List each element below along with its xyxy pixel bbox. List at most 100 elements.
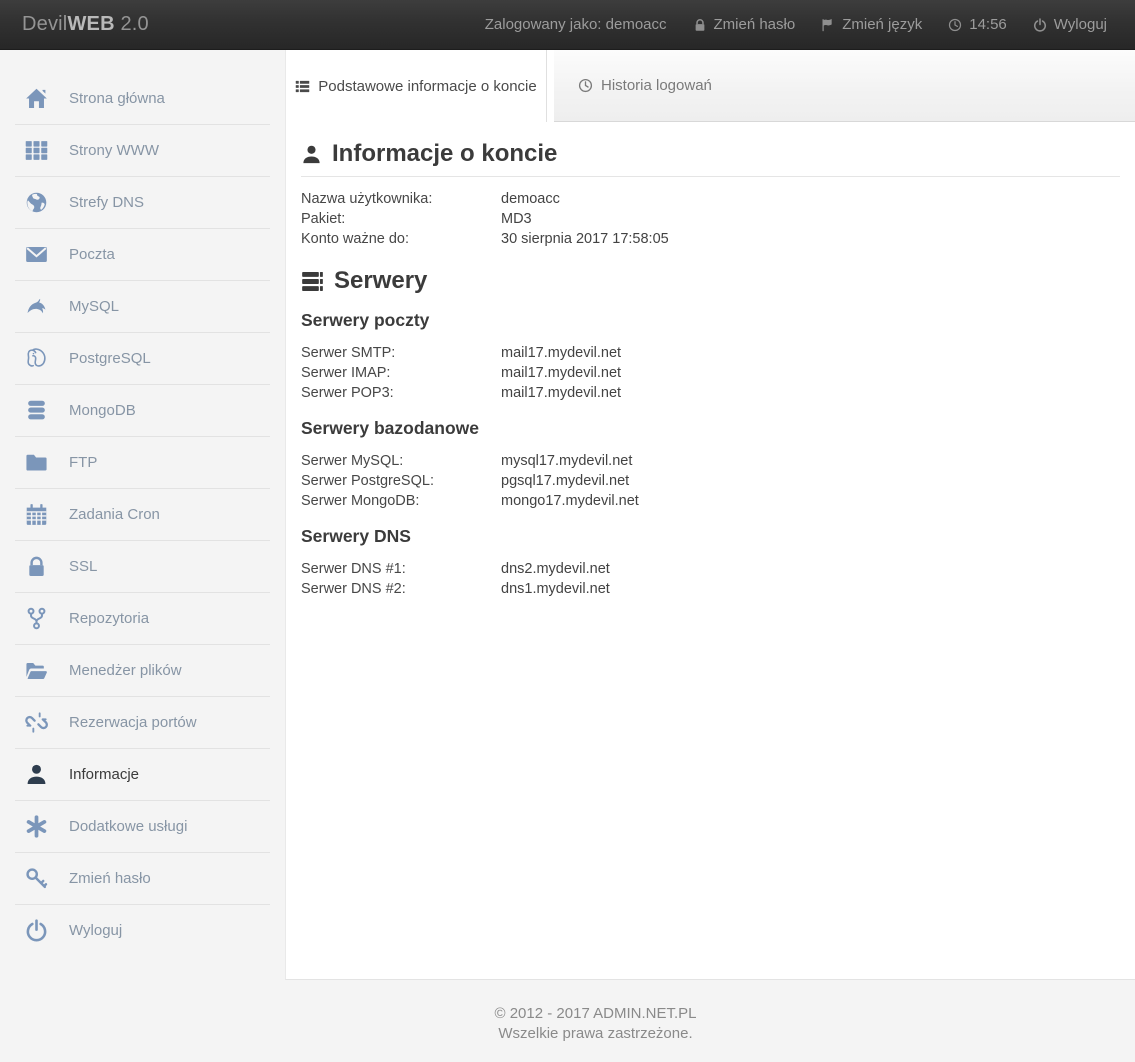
main-panel: Podstawowe informacje o koncieHistoria l…	[285, 50, 1135, 980]
server-group-title: Serwery bazodanowe	[301, 418, 1120, 439]
sidebar-item-postgresql[interactable]: PostgreSQL	[15, 332, 270, 384]
info-label: Pakiet:	[301, 209, 501, 229]
info-value: mail17.mydevil.net	[501, 385, 621, 401]
tab-historia-logowan[interactable]: Historia logowań	[554, 50, 736, 121]
topbar: DevilWEB 2.0 Zalogowany jako: demoacc Zm…	[0, 0, 1135, 50]
account-section-title: Informacje o koncie	[301, 140, 1120, 177]
sidebar: Strona główna Strony WWWStrefy DNS Poczta M…	[0, 50, 285, 956]
sidebar-item-label: Poczta	[69, 246, 115, 263]
time-value: 14:56	[969, 16, 1007, 33]
sidebar-item-label: FTP	[69, 454, 97, 471]
app-logo: DevilWEB 2.0	[0, 13, 149, 36]
footer-copyright: © 2012 - 2017 ADMIN.NET.PL	[56, 1004, 1135, 1024]
server-groups: Serwery poczty Serwer SMTP:mail17.mydevil…	[301, 310, 1120, 599]
sidebar-item-ssl[interactable]: SSL	[15, 540, 270, 592]
code-fork-icon	[25, 607, 48, 630]
footer: © 2012 - 2017 ADMIN.NET.PL Wszelkie praw…	[0, 980, 1135, 1044]
server-group-title: Serwery poczty	[301, 310, 1120, 331]
servers-section-title: Serwery	[301, 267, 1120, 295]
sidebar-item-label: Menedżer plików	[69, 662, 182, 679]
calendar-icon	[25, 503, 48, 526]
info-label: Serwer PostgreSQL:	[301, 471, 501, 491]
logged-in-as: Zalogowany jako: demoacc	[485, 16, 667, 33]
server-group-title: Serwery DNS	[301, 526, 1120, 547]
sidebar-item-label: PostgreSQL	[69, 350, 151, 367]
info-label: Konto ważne do:	[301, 229, 501, 249]
info-row: Nazwa użytkownika:demoacc	[301, 189, 1120, 209]
key-icon	[25, 867, 48, 890]
clock-display: 14:56	[948, 16, 1007, 33]
tab-podstawowe-informacje[interactable]: Podstawowe informacje o koncie	[286, 50, 547, 122]
sidebar-item-zadania-cron[interactable]: Zadania Cron	[15, 488, 270, 540]
change-language-button[interactable]: Zmień język	[821, 16, 922, 33]
sidebar-item-label: SSL	[69, 558, 97, 575]
sidebar-item-label: Zadania Cron	[69, 506, 160, 523]
info-row: Serwer POP3:mail17.mydevil.net	[301, 383, 1120, 403]
logo-prefix: Devil	[22, 13, 67, 35]
info-row: Serwer DNS #2:dns1.mydevil.net	[301, 579, 1120, 599]
info-value: MD3	[501, 211, 532, 227]
sidebar-item-strefy-dns[interactable]: Strefy DNS	[15, 176, 270, 228]
folder-icon	[25, 451, 48, 474]
info-label: Nazwa użytkownika:	[301, 189, 501, 209]
info-value: pgsql17.mydevil.net	[501, 473, 629, 489]
globe-icon	[25, 191, 48, 214]
sidebar-item-label: Rezerwacja portów	[69, 714, 197, 731]
sidebar-item-mongodb[interactable]: MongoDB	[15, 384, 270, 436]
info-row: Serwer MongoDB:mongo17.mydevil.net	[301, 491, 1120, 511]
sidebar-item-poczta[interactable]: Poczta	[15, 228, 270, 280]
user-icon	[25, 763, 48, 786]
tab-spacer	[547, 50, 554, 122]
clock-icon	[948, 18, 962, 32]
logo-bold: WEB	[67, 13, 114, 35]
info-label: Serwer MongoDB:	[301, 491, 501, 511]
mysql-icon	[25, 295, 48, 318]
change-password-button[interactable]: Zmień hasło	[693, 16, 796, 33]
logo-suffix: 2.0	[115, 13, 149, 35]
info-row: Serwer SMTP:mail17.mydevil.net	[301, 343, 1120, 363]
sidebar-item-repozytoria[interactable]: Repozytoria	[15, 592, 270, 644]
sidebar-item-label: Wyloguj	[69, 922, 122, 939]
server-group-rows: Serwer SMTP:mail17.mydevil.netSerwer IMA…	[301, 343, 1120, 403]
postgresql-icon	[25, 347, 48, 370]
sidebar-menu: Strona główna Strony WWWStrefy DNS Poczta M…	[0, 72, 285, 956]
sidebar-item-zmien-haslo[interactable]: Zmień hasło	[15, 852, 270, 904]
sidebar-item-rezerwacja-portow[interactable]: Rezerwacja portów	[15, 696, 270, 748]
tab-bar: Podstawowe informacje o koncieHistoria l…	[286, 50, 1135, 122]
power-icon	[25, 919, 48, 942]
server-group-rows: Serwer DNS #1:dns2.mydevil.netSerwer DNS…	[301, 559, 1120, 599]
sidebar-item-wyloguj[interactable]: Wyloguj	[15, 904, 270, 956]
folder-open-icon	[25, 659, 48, 682]
chain-broken-icon	[25, 711, 48, 734]
change-password-label: Zmień hasło	[714, 16, 796, 33]
sidebar-item-label: Repozytoria	[69, 610, 149, 627]
sidebar-item-ftp[interactable]: FTP	[15, 436, 270, 488]
info-value: mail17.mydevil.net	[501, 345, 621, 361]
footer-rights: Wszelkie prawa zastrzeżone.	[56, 1024, 1135, 1044]
info-label: Serwer MySQL:	[301, 451, 501, 471]
sidebar-item-strony-www[interactable]: Strony WWW	[15, 124, 270, 176]
sidebar-item-label: Dodatkowe usługi	[69, 818, 187, 835]
sidebar-item-label: Strona główna	[69, 90, 165, 107]
sidebar-item-informacje[interactable]: Informacje	[15, 748, 270, 800]
info-label: Serwer IMAP:	[301, 363, 501, 383]
logged-in-as-label: Zalogowany jako: demoacc	[485, 16, 667, 33]
account-title-text: Informacje o koncie	[332, 140, 557, 168]
logout-button[interactable]: Wyloguj	[1033, 16, 1107, 33]
info-row: Serwer DNS #1:dns2.mydevil.net	[301, 559, 1120, 579]
home-icon	[25, 87, 48, 110]
server-icon	[301, 270, 324, 293]
server-group-rows: Serwer MySQL:mysql17.mydevil.netSerwer P…	[301, 451, 1120, 511]
logout-label: Wyloguj	[1054, 16, 1107, 33]
main-content: Informacje o koncie Nazwa użytkownika:de…	[286, 140, 1135, 599]
sidebar-item-menedzer-plikow[interactable]: Menedżer plików	[15, 644, 270, 696]
sidebar-item-dodatkowe-uslugi[interactable]: Dodatkowe usługi	[15, 800, 270, 852]
account-rows: Nazwa użytkownika:demoaccPakiet:MD3Konto…	[301, 189, 1120, 249]
info-row: Serwer IMAP:mail17.mydevil.net	[301, 363, 1120, 383]
asterisk-icon	[25, 815, 48, 838]
list-icon	[295, 79, 310, 94]
sidebar-item-strona-glowna[interactable]: Strona główna	[15, 72, 270, 124]
sidebar-item-mysql[interactable]: MySQL	[15, 280, 270, 332]
servers-title-text: Serwery	[334, 267, 427, 295]
flag-icon	[821, 18, 835, 32]
